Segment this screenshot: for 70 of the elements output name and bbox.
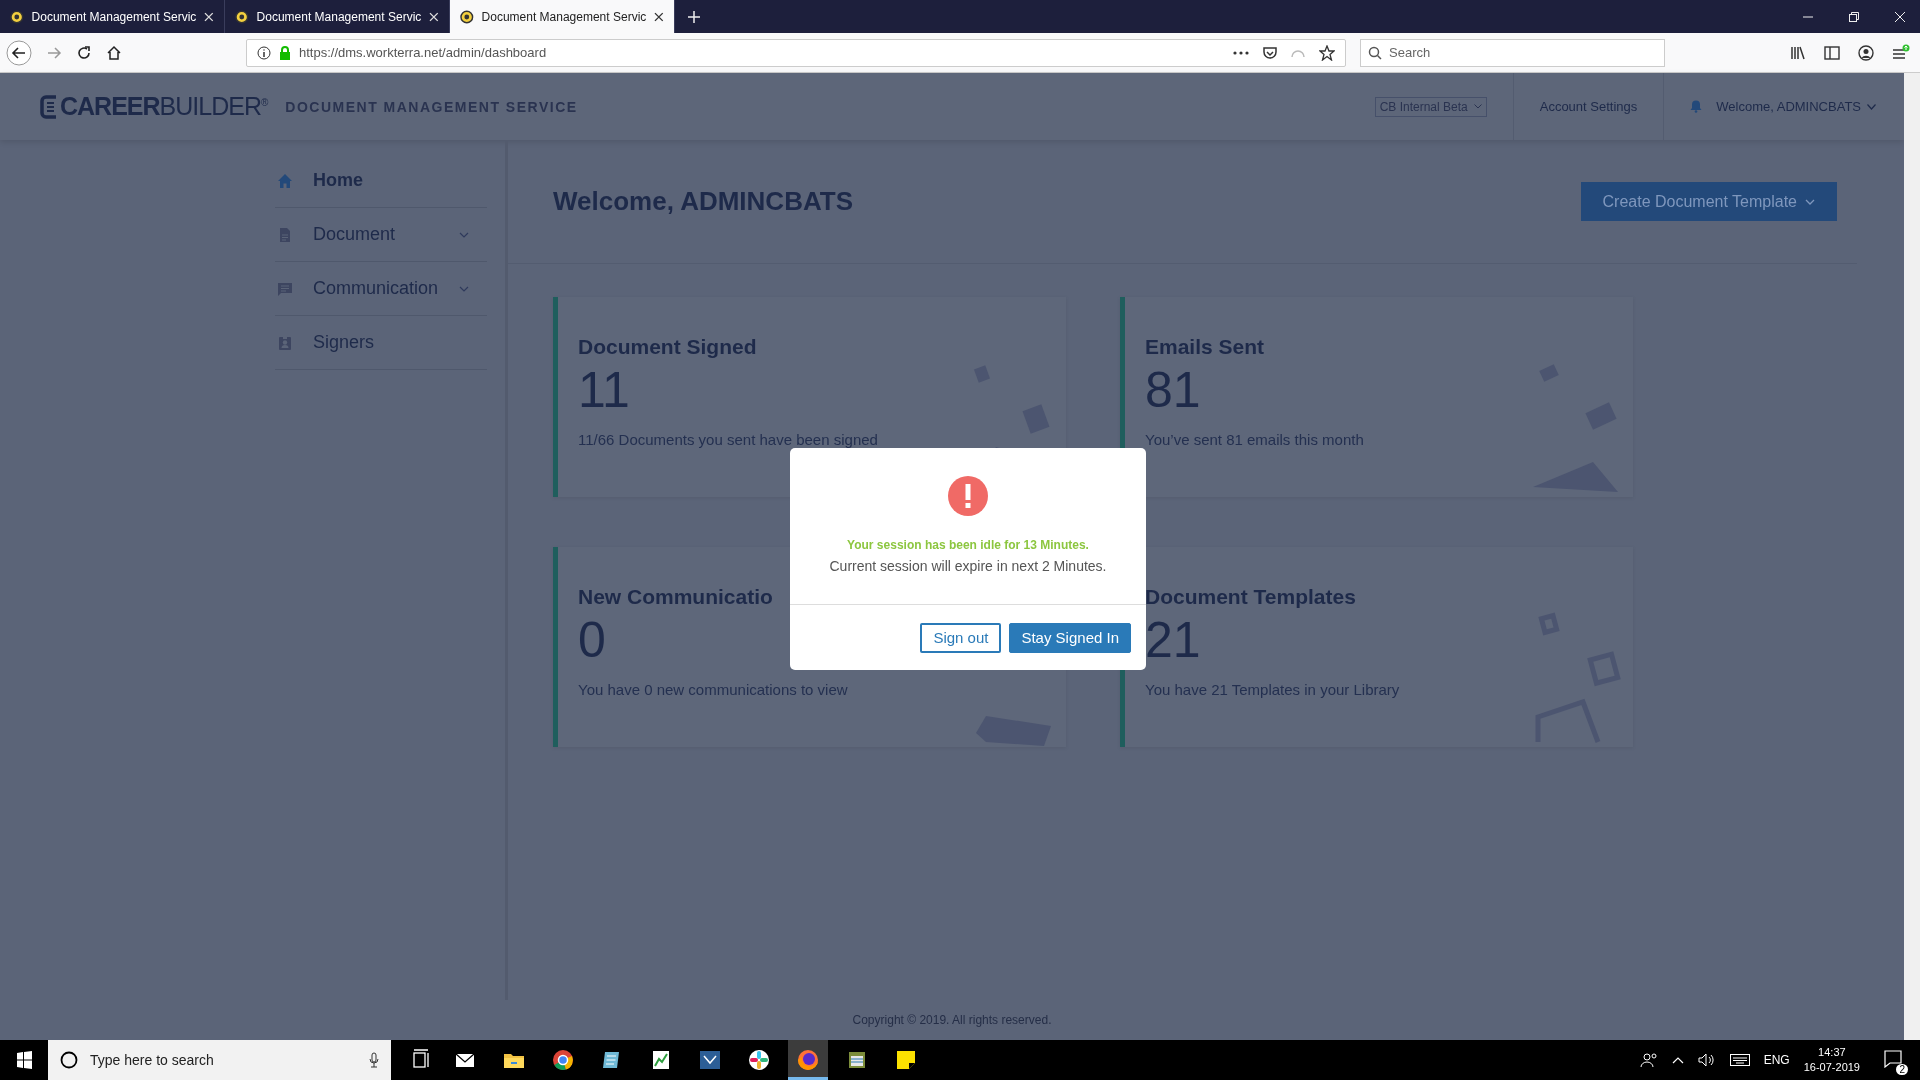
- library-icon[interactable]: [1790, 44, 1806, 61]
- caret-icon: [1867, 103, 1876, 110]
- card-text: 11/66 Documents you sent have been signed: [578, 431, 878, 448]
- user-menu[interactable]: Welcome, ADMINCBATS: [1716, 99, 1876, 114]
- more-icon[interactable]: [1233, 50, 1249, 55]
- card-count: 21: [1145, 611, 1201, 670]
- chevron-up-icon[interactable]: [1671, 1056, 1684, 1064]
- search-field[interactable]: Search: [1360, 38, 1665, 67]
- warning-icon: [948, 476, 988, 516]
- speech-bubble-icon: [1884, 1049, 1902, 1068]
- card-title: Emails Sent: [1145, 335, 1265, 359]
- search-icon: [1368, 45, 1382, 60]
- microphone-icon: [369, 1052, 379, 1068]
- card-text: You’ve sent 81 emails this month: [1145, 431, 1364, 448]
- keyboard-icon[interactable]: [1729, 1054, 1750, 1066]
- sidebar-icon[interactable]: [1824, 45, 1840, 60]
- menu-icon[interactable]: [1892, 43, 1910, 62]
- browser-tab[interactable]: Document Management Servic: [450, 0, 675, 33]
- info-icon[interactable]: [257, 45, 271, 60]
- fox-globe-icon[interactable]: [788, 1040, 828, 1080]
- search-circle-icon: [60, 1051, 78, 1069]
- people-icon[interactable]: [1639, 1052, 1658, 1068]
- card-count: 0: [578, 611, 606, 670]
- sidebar-item[interactable]: Communication: [275, 262, 487, 316]
- clock[interactable]: 14:37 16-07-2019: [1803, 1045, 1860, 1075]
- favicon-icon: [460, 9, 474, 24]
- card-text: You have 21 Templates in your Library: [1145, 681, 1400, 698]
- expiry-message: Current session will expire in next 2 Minutes.: [829, 558, 1107, 574]
- favicon-icon: [235, 9, 249, 24]
- idle-message: Your session has been idle for 13 Minutes.: [847, 538, 1089, 552]
- notification-count: 2: [1896, 1063, 1908, 1075]
- card-title: Document Templates: [1145, 585, 1356, 609]
- caret-icon: [1473, 104, 1482, 109]
- notification-button[interactable]: 2: [1874, 1045, 1912, 1075]
- account-settings-link[interactable]: Account Settings: [1539, 99, 1638, 114]
- logo-text: CAREERBUILDER$^{®}$: [60, 92, 268, 121]
- taskbar-search-field[interactable]: Type here to search: [48, 1040, 391, 1080]
- url-text: https://dms.workterra.net/admin/dashboard: [299, 45, 547, 60]
- card-title: New Communicatio: [578, 585, 773, 609]
- create-template-button[interactable]: Create Document Template: [1580, 182, 1837, 221]
- lock-icon: [279, 45, 291, 60]
- close-icon[interactable]: [654, 11, 664, 22]
- restore-icon[interactable]: [1848, 10, 1860, 23]
- home-icon[interactable]: [106, 44, 122, 61]
- card-count: 81: [1145, 361, 1201, 420]
- address-bar[interactable]: https://dms.workterra.net/admin/dashboard: [246, 38, 1346, 67]
- page-title: Welcome, ADMINCBATS: [553, 186, 853, 217]
- stay-signed-in-button[interactable]: Stay Signed In: [1009, 622, 1131, 653]
- home-icon: [277, 172, 293, 189]
- sidebar-item[interactable]: Signers: [275, 316, 487, 370]
- language-indicator[interactable]: ENG: [1763, 1053, 1790, 1067]
- card-title: Document Signed: [578, 335, 757, 359]
- favicon-icon: [10, 9, 24, 24]
- logo-icon: [40, 93, 58, 120]
- speaker-icon[interactable]: [1697, 1053, 1716, 1067]
- shield-icon[interactable]: [1263, 45, 1277, 60]
- caret-icon: [1805, 198, 1815, 205]
- document-icon: [277, 226, 293, 243]
- chat-icon: [277, 280, 293, 297]
- card-text: You have 0 new communications to view: [578, 681, 848, 698]
- star-icon[interactable]: [1319, 44, 1335, 61]
- back-icon[interactable]: [6, 39, 32, 66]
- reload-icon[interactable]: [76, 44, 92, 61]
- card-count: 11: [578, 361, 630, 420]
- id-badge-icon: [277, 334, 293, 351]
- scrollbar[interactable]: [1904, 73, 1920, 1040]
- account-icon[interactable]: [1858, 44, 1874, 61]
- forward-icon[interactable]: [46, 44, 62, 61]
- sign-out-button[interactable]: Sign out: [920, 622, 1002, 653]
- new-tab-icon[interactable]: [687, 9, 701, 24]
